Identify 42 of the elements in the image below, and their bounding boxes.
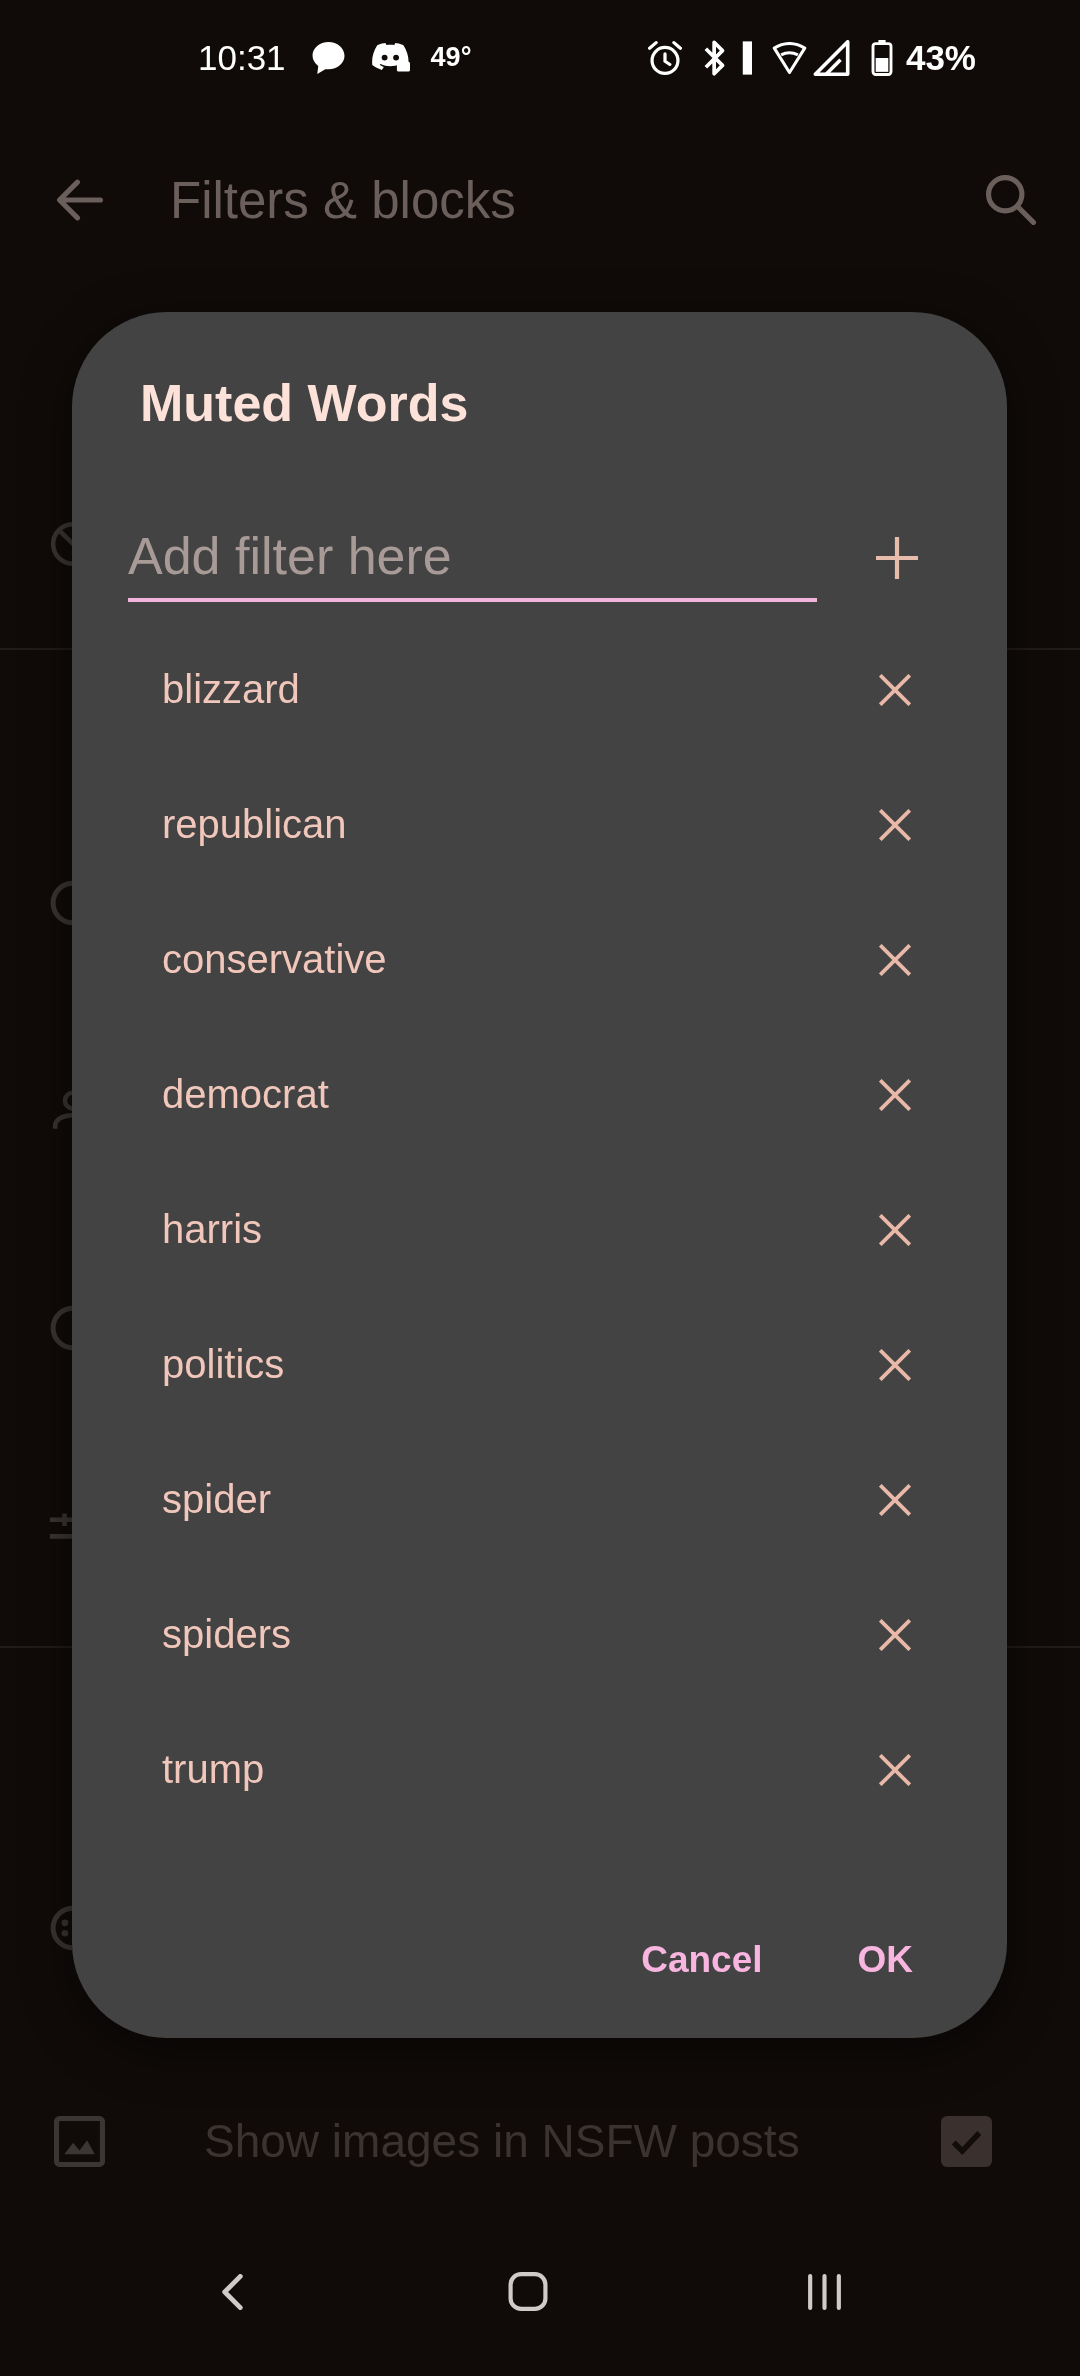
close-icon[interactable] — [879, 1483, 911, 1516]
close-icon[interactable] — [879, 1078, 911, 1111]
back-chevron-icon[interactable] — [219, 2273, 245, 2310]
muted-word: politics — [162, 1342, 285, 1387]
muted-word: democrat — [162, 1072, 329, 1117]
alarm-clock-icon — [647, 39, 682, 76]
home-icon[interactable] — [508, 2272, 548, 2311]
battery-percent: 43% — [905, 40, 976, 75]
battery-icon — [870, 39, 893, 76]
game-controller-icon — [371, 41, 410, 74]
muted-word: trump — [162, 1747, 265, 1792]
plus-icon[interactable] — [876, 537, 918, 579]
block-icon — [50, 519, 72, 569]
checkbox[interactable] — [941, 2115, 992, 2167]
close-icon[interactable] — [879, 943, 911, 976]
close-icon[interactable] — [879, 808, 911, 841]
bluetooth-icon — [703, 39, 752, 76]
close-icon[interactable] — [879, 1213, 911, 1246]
muted-word: spiders — [162, 1612, 291, 1657]
image-icon — [54, 2115, 105, 2167]
close-icon[interactable] — [879, 1618, 911, 1651]
dialog-title: Muted Words — [140, 373, 469, 434]
muted-word: conservative — [162, 937, 387, 982]
close-icon[interactable] — [879, 1753, 911, 1786]
smiley-icon — [50, 1903, 72, 1953]
muted-word: republican — [162, 802, 347, 847]
signal-icon — [811, 39, 851, 76]
back-arrow-icon[interactable] — [57, 178, 103, 222]
dialog-button[interactable]: OK — [849, 1932, 921, 1988]
filter-input[interactable]: Add filter here — [128, 514, 817, 602]
muted-word: spider — [162, 1477, 271, 1522]
screen-title: Filters & blocks — [170, 170, 516, 230]
status-time: 10:31 — [198, 40, 286, 75]
muted-word: blizzard — [162, 667, 300, 712]
temperature-text: 49° — [430, 44, 472, 71]
search-icon[interactable] — [985, 175, 1037, 225]
muted-word: harris — [162, 1207, 263, 1252]
wifi-icon — [771, 41, 807, 74]
dialog-button[interactable]: Cancel — [633, 1932, 771, 1988]
close-icon[interactable] — [879, 1348, 911, 1381]
close-icon[interactable] — [879, 673, 911, 706]
chat-bubble-icon — [311, 41, 345, 74]
